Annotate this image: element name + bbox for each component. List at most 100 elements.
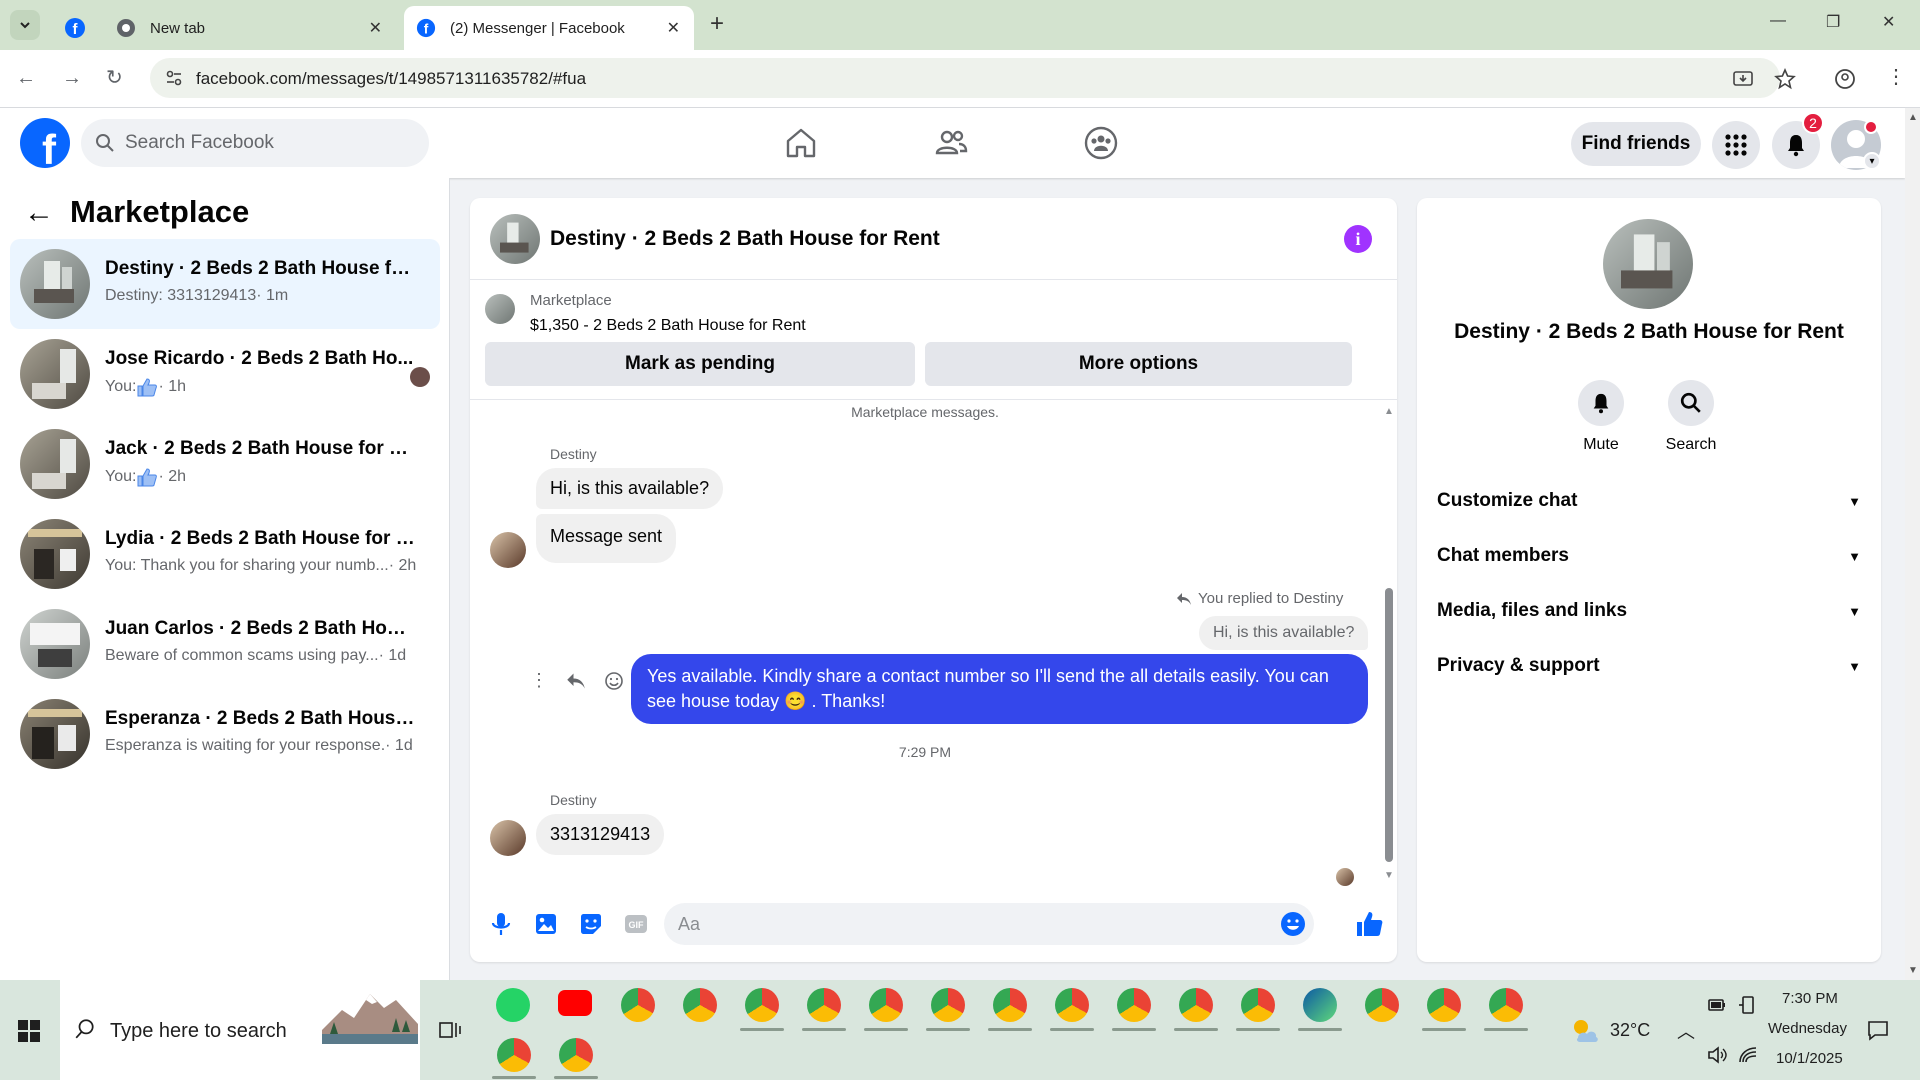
sticker-icon[interactable] [576, 909, 606, 939]
chrome-icon[interactable] [1117, 988, 1151, 1022]
scroll-up-icon[interactable]: ▲ [1384, 406, 1394, 417]
search-in-chat-button[interactable]: Search [1651, 380, 1731, 454]
chrome-icon[interactable] [993, 988, 1027, 1022]
chat-title[interactable]: Destiny · 2 Beds 2 Bath House for Rent [550, 227, 940, 251]
close-icon[interactable]: ✕ [369, 18, 382, 38]
info-icon[interactable]: i [1344, 225, 1372, 253]
chrome-icon[interactable] [621, 988, 655, 1022]
microphone-icon[interactable] [486, 909, 516, 939]
chrome-icon[interactable] [683, 988, 717, 1022]
facebook-search[interactable] [81, 119, 429, 167]
scroll-down-icon[interactable]: ▼ [1908, 965, 1918, 976]
taskbar-search[interactable]: Type here to search [60, 980, 420, 1080]
quoted-message[interactable]: Hi, is this available? [1199, 616, 1369, 650]
tab-facebook-pinned[interactable]: f [54, 6, 94, 50]
reply-icon[interactable] [566, 672, 586, 690]
conversation-item[interactable]: Esperanza · 2 Beds 2 Bath House f... Esp… [10, 689, 440, 779]
battery-icon[interactable] [1706, 994, 1728, 1016]
groups-icon[interactable] [1083, 125, 1119, 161]
back-button[interactable]: ← [16, 67, 36, 89]
conversation-item[interactable]: Juan Carlos · 2 Beds 2 Bath House ... Be… [10, 599, 440, 689]
sender-avatar[interactable] [490, 820, 526, 856]
more-icon[interactable]: ⋮ [530, 670, 548, 691]
message-bubble[interactable]: Hi, is this available? [536, 468, 724, 509]
chevron-up-icon[interactable]: ︿ [1677, 1018, 1695, 1044]
chrome-icon[interactable] [497, 1038, 531, 1072]
more-options-button[interactable]: More options [925, 342, 1352, 386]
message-input[interactable] [678, 903, 1258, 945]
forward-button[interactable]: → [62, 67, 82, 89]
scroll-up-icon[interactable]: ▲ [1908, 112, 1918, 123]
install-app-icon[interactable] [1732, 68, 1754, 90]
mute-button[interactable]: Mute [1561, 380, 1641, 454]
tab-new-tab[interactable]: New tab ✕ [106, 6, 396, 50]
mark-as-pending-button[interactable]: Mark as pending [485, 342, 915, 386]
wifi-icon[interactable] [1737, 1044, 1759, 1066]
chrome-icon[interactable] [1055, 988, 1089, 1022]
facebook-logo[interactable]: f [20, 118, 70, 168]
bookmark-star-icon[interactable] [1774, 68, 1796, 90]
close-icon[interactable]: ✕ [667, 18, 680, 38]
clock-time[interactable]: 7:30 PM [1782, 990, 1838, 1007]
speaker-icon[interactable] [1706, 1044, 1728, 1066]
home-icon[interactable] [783, 125, 819, 161]
address-bar[interactable]: facebook.com/messages/t/1498571311635782… [150, 58, 1796, 98]
windows-start-icon[interactable] [18, 1020, 40, 1042]
tab-messenger[interactable]: f (2) Messenger | Facebook ✕ [404, 6, 694, 50]
chrome-icon[interactable] [1427, 988, 1461, 1022]
sender-avatar[interactable] [490, 532, 526, 568]
conversation-item[interactable]: Lydia · 2 Beds 2 Bath House for Rent You… [10, 509, 440, 599]
close-window-button[interactable]: ✕ [1882, 12, 1895, 32]
whatsapp-icon[interactable] [496, 988, 530, 1022]
chrome-icon[interactable] [1179, 988, 1213, 1022]
scroll-down-icon[interactable]: ▼ [1384, 870, 1394, 881]
gif-icon[interactable]: GIF [621, 909, 651, 939]
listing-price[interactable]: $1,350 - 2 Beds 2 Bath House for Rent [530, 317, 806, 335]
message-bubble[interactable]: Message sent [536, 514, 677, 563]
message-input-wrapper[interactable] [664, 903, 1314, 945]
chat-scrollbar[interactable]: ▲ ▼ [1379, 400, 1397, 886]
weather-temp[interactable]: 32°C [1610, 1020, 1650, 1041]
emoji-icon[interactable] [1280, 911, 1306, 937]
restore-button[interactable]: ❐ [1826, 12, 1840, 32]
friends-icon[interactable] [933, 125, 969, 161]
reload-button[interactable]: ↻ [106, 67, 123, 89]
facebook-search-input[interactable] [125, 119, 415, 167]
my-message-bubble[interactable]: Yes available. Kindly share a contact nu… [631, 654, 1368, 724]
kebab-menu-icon[interactable]: ⋮ [1886, 64, 1906, 89]
minimize-button[interactable]: — [1770, 12, 1786, 30]
device-icon[interactable] [1737, 994, 1759, 1016]
site-info-icon[interactable] [164, 68, 184, 88]
thumbs-up-send-icon[interactable] [1354, 909, 1384, 939]
conversation-item[interactable]: Jose Ricardo · 2 Beds 2 Bath Ho... You: … [10, 329, 440, 419]
tab-search-button[interactable] [10, 10, 40, 40]
notification-center-icon[interactable] [1866, 1018, 1890, 1042]
edge-icon[interactable] [1303, 988, 1337, 1022]
find-friends-button[interactable]: Find friends [1571, 122, 1701, 166]
chrome-icon[interactable] [559, 1038, 593, 1072]
chrome-icon[interactable] [931, 988, 965, 1022]
message-bubble[interactable]: 3313129413 [536, 814, 665, 855]
chrome-icon[interactable] [869, 988, 903, 1022]
chrome-icon[interactable] [1365, 988, 1399, 1022]
menu-button[interactable] [1712, 121, 1760, 169]
customize-chat-section[interactable]: Customize chat ▼ [1437, 481, 1861, 521]
conversation-item[interactable]: Jack · 2 Beds 2 Bath House for Rent You:… [10, 419, 440, 509]
clock-date[interactable]: 10/1/2025 [1776, 1050, 1843, 1067]
media-files-links-section[interactable]: Media, files and links ▼ [1437, 591, 1861, 631]
chat-members-section[interactable]: Chat members ▼ [1437, 536, 1861, 576]
chrome-icon[interactable] [807, 988, 841, 1022]
page-scrollbar[interactable]: ▲ ▼ [1905, 108, 1920, 980]
conversation-item[interactable]: Destiny · 2 Beds 2 Bath House for ... De… [10, 239, 440, 329]
react-smiley-icon[interactable] [604, 671, 624, 691]
new-tab-button[interactable]: + [710, 12, 724, 36]
chevron-down-icon[interactable]: ▾ [1863, 152, 1881, 170]
clock-day[interactable]: Wednesday [1768, 1020, 1847, 1037]
weather-cloud-sun-icon[interactable] [1570, 1016, 1600, 1044]
youtube-icon[interactable] [558, 990, 592, 1016]
scroll-thumb[interactable] [1385, 588, 1393, 862]
chrome-icon[interactable] [1489, 988, 1523, 1022]
chrome-icon[interactable] [1241, 988, 1275, 1022]
back-arrow-icon[interactable]: ← [24, 196, 54, 230]
privacy-support-section[interactable]: Privacy & support ▼ [1437, 646, 1861, 686]
